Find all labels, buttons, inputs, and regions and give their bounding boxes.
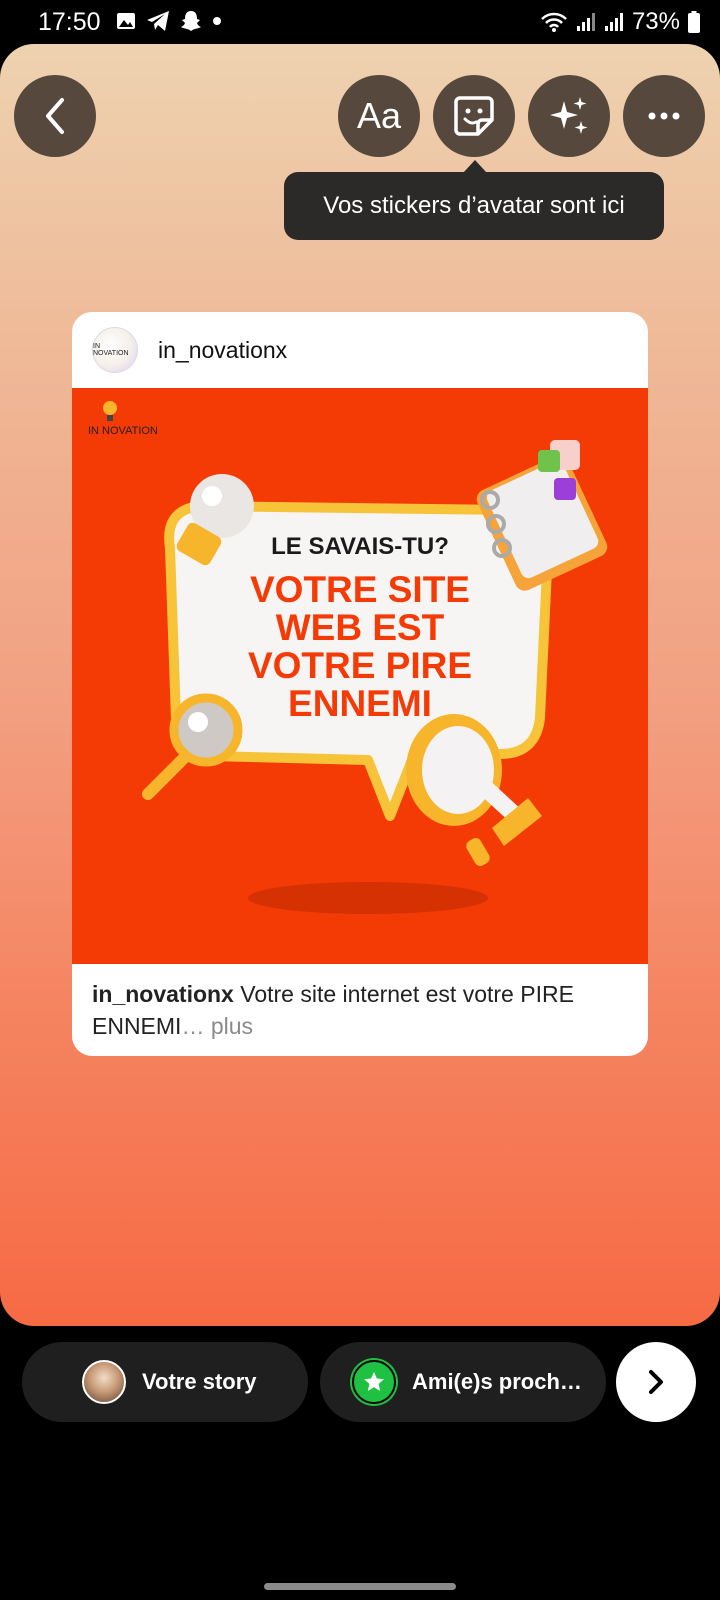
battery-percent: 73% — [631, 8, 680, 35]
post-username: in_novationx — [158, 336, 288, 363]
effects-button[interactable] — [528, 75, 610, 157]
wifi-icon — [541, 12, 567, 32]
user-avatar — [82, 1360, 126, 1404]
post-avatar: IN NOVATION — [92, 327, 138, 373]
sticker-icon — [454, 96, 494, 136]
avatar-logo-text: IN NOVATION — [93, 343, 129, 357]
next-button[interactable] — [616, 1342, 696, 1422]
text-tool-label: Aa — [356, 95, 402, 136]
chevron-left-icon — [46, 98, 64, 134]
headline-small: LE SAVAIS-TU? — [271, 533, 449, 560]
telegram-icon — [147, 11, 169, 31]
headline-line-1: VOTRE SITE — [250, 569, 470, 610]
dot-icon — [213, 17, 221, 25]
post-illustration: IN NOVATION LE SAVAIS-TU? VOTRE SITE WEB… — [72, 388, 648, 964]
avatar-stickers-tooltip[interactable]: Vos stickers d’avatar sont ici — [284, 172, 664, 240]
battery-icon — [688, 11, 700, 33]
text-tool-button[interactable]: Aa — [338, 75, 420, 157]
headline-line-4: ENNEMI — [288, 683, 432, 724]
back-button[interactable] — [14, 75, 96, 157]
drop-shadow — [248, 882, 488, 914]
post-header: IN NOVATION in_novationx — [72, 312, 648, 388]
shared-post-card[interactable]: IN NOVATION in_novationx IN NOVATION LE … — [72, 312, 648, 1056]
star-icon — [352, 1360, 396, 1404]
gallery-icon — [117, 13, 135, 29]
chevron-right-icon — [649, 1370, 663, 1394]
status-bar: 17:50 73% — [0, 0, 720, 46]
home-indicator[interactable] — [264, 1583, 456, 1590]
your-story-label: Votre story — [142, 1369, 257, 1394]
headline-line-3: VOTRE PIRE — [248, 645, 472, 686]
signal-icon — [604, 13, 623, 31]
notification-icons — [116, 10, 222, 32]
headline-line-2: WEB EST — [276, 607, 445, 648]
post-caption[interactable]: in_novationx Votre site internet est vot… — [92, 978, 632, 1042]
story-editor-canvas[interactable]: Aa Vos stickers d’avatar sont ici IN NOV… — [0, 44, 720, 1326]
sparkles-icon — [550, 97, 588, 134]
caption-more-link[interactable]: … plus — [181, 1013, 253, 1039]
sticker-button[interactable] — [433, 75, 515, 157]
status-time: 17:50 — [38, 8, 101, 36]
system-icons: 73% — [540, 8, 700, 36]
your-story-button[interactable]: Votre story — [22, 1342, 308, 1422]
post-image: IN NOVATION LE SAVAIS-TU? VOTRE SITE WEB… — [72, 388, 648, 964]
more-icon — [648, 112, 680, 120]
more-options-button[interactable] — [623, 75, 705, 157]
caption-username: in_novationx — [92, 981, 234, 1007]
brand-logo-text: IN NOVATION — [88, 425, 158, 437]
close-friends-button[interactable]: Ami(e)s proch… — [320, 1342, 606, 1422]
snapchat-icon — [181, 11, 201, 31]
signal-icon — [576, 13, 595, 31]
close-friends-label: Ami(e)s proch… — [412, 1369, 582, 1394]
